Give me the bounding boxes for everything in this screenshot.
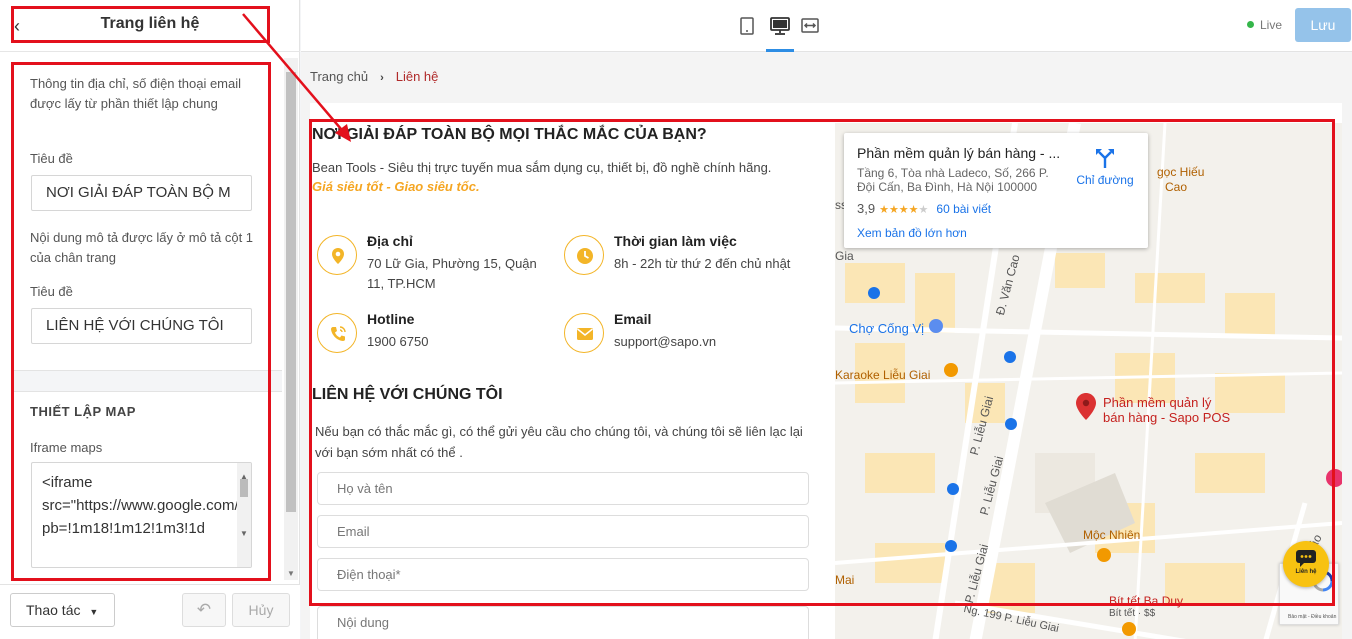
mobile-icon xyxy=(740,17,754,35)
breadcrumb: Trang chủ › Liên hệ xyxy=(310,69,438,84)
map-label-ngoc-hieu: gọc Hiếu xyxy=(1157,165,1205,179)
map-label-mai: Mai xyxy=(835,573,855,587)
live-label: Live xyxy=(1260,18,1283,32)
title-input-1[interactable]: NƠI GIẢI ĐÁP TOÀN BỘ M xyxy=(31,175,252,211)
app-window: ‹ Trang liên hệ Thông tin địa chỉ, số đi… xyxy=(0,0,1352,639)
place-address: Tầng 6, Tòa nhà Ladeco, Số, 266 P. Đội C… xyxy=(857,166,1049,194)
chevron-right-icon: › xyxy=(380,72,384,84)
email-text[interactable]: support@sapo.vn xyxy=(614,332,794,352)
form-description: Nếu bạn có thắc mắc gì, có thể gửi yêu c… xyxy=(315,424,803,460)
phone-placeholder: Điện thoại* xyxy=(337,567,401,582)
map-label-gia: Gia xyxy=(835,249,854,263)
section-divider xyxy=(12,370,282,392)
live-dot-icon xyxy=(1247,21,1254,28)
actions-label: Thao tác xyxy=(26,602,81,618)
phone-field[interactable]: Điện thoại* xyxy=(317,558,809,591)
map-label-bit-tet[interactable]: Bít tết Ba Duy xyxy=(1109,594,1183,608)
place-title[interactable]: Phần mềm quản lý bán hàng - ... xyxy=(857,145,1060,161)
title-label-1: Tiêu đề xyxy=(30,151,73,166)
panel-header: ‹ Trang liên hệ xyxy=(0,0,300,52)
top-toolbar: Live Lưu xyxy=(301,0,1352,52)
map-label-cao: Cao xyxy=(1165,180,1188,194)
map-label-karaoke[interactable]: Karaoke Liễu Giai xyxy=(835,368,930,382)
desktop-view-button[interactable] xyxy=(766,14,794,52)
settings-scroll-area: Thông tin địa chỉ, số điện thoại email đ… xyxy=(12,64,282,580)
contact-section: NƠI GIẢI ĐÁP TOÀN BỘ MỌI THẮC MẮC CỦA BẠ… xyxy=(310,103,1342,639)
email-field[interactable]: Email xyxy=(317,515,809,548)
email-title: Email xyxy=(614,311,652,327)
map-label-sapo-pos[interactable]: Phần mềm quản lý bán hàng - Sapo POS xyxy=(1103,395,1233,425)
directions-button[interactable]: Chỉ đường xyxy=(1070,147,1140,187)
description-info-note: Nội dung mô tả được lấy ở mô tả cột 1 củ… xyxy=(30,230,254,265)
message-placeholder: Nội dung xyxy=(337,615,390,630)
promo-text: Giá siêu tốt - Giao siêu tốc. xyxy=(312,179,480,194)
scroll-down-icon[interactable]: ▼ xyxy=(240,522,248,545)
directions-label: Chỉ đường xyxy=(1076,173,1134,187)
map-section-title: THIẾT LẬP MAP xyxy=(30,404,136,419)
form-heading: LIÊN HỆ VỚI CHÚNG TÔI xyxy=(312,386,503,403)
panel-footer: Thao tác ▼ ↶ Hủy xyxy=(0,584,300,639)
textarea-scroll-thumb[interactable] xyxy=(240,479,248,497)
hotline-title: Hotline xyxy=(367,311,415,327)
hotline-text[interactable]: 1900 6750 xyxy=(367,332,547,352)
larger-map-link[interactable]: Xem bản đồ lớn hơn xyxy=(857,226,967,240)
panel-scrollbar[interactable]: ▼ xyxy=(284,58,298,580)
rating-empty-star-icon: ★ xyxy=(918,204,929,216)
name-placeholder: Họ và tên xyxy=(337,481,393,496)
desktop-icon xyxy=(770,17,790,35)
iframe-value: <iframe src="https://www.google.com/maps… xyxy=(42,474,252,537)
hours-title: Thời gian làm việc xyxy=(614,233,737,249)
page-preview: Trang chủ › Liên hệ NƠI GIẢI ĐÁP TOÀN BỘ M… xyxy=(301,53,1352,639)
hours-text: 8h - 22h từ thứ 2 đến chủ nhật xyxy=(614,256,791,271)
iframe-label: Iframe maps xyxy=(30,440,103,455)
undo-icon: ↶ xyxy=(196,600,212,619)
recaptcha-text: Bảo mật - Điều khoản xyxy=(1288,614,1337,620)
message-field[interactable]: Nội dung xyxy=(317,606,809,639)
email-placeholder: Email xyxy=(337,524,370,539)
title-label-2: Tiêu đề xyxy=(30,284,73,299)
name-field[interactable]: Họ và tên xyxy=(317,472,809,505)
chat-icon xyxy=(1296,550,1316,567)
expand-width-icon xyxy=(801,18,819,33)
rating-value: 3,9 xyxy=(857,201,876,216)
address-title: Địa chỉ xyxy=(367,233,413,249)
contact-chat-button[interactable]: Liên hệ xyxy=(1283,541,1329,587)
textarea-scrollbar[interactable]: ▲ ▼ xyxy=(237,463,251,567)
phone-icon xyxy=(317,313,357,353)
map-label-cho-cong-vi[interactable]: Chợ Cống Vị xyxy=(849,321,924,336)
actions-dropdown-button[interactable]: Thao tác ▼ xyxy=(10,593,115,627)
panel-scroll-thumb[interactable] xyxy=(286,72,296,512)
mobile-view-button[interactable] xyxy=(736,14,758,38)
clock-icon xyxy=(564,235,604,275)
cancel-button[interactable]: Hủy xyxy=(232,593,290,627)
settings-panel: ‹ Trang liên hệ Thông tin địa chỉ, số đi… xyxy=(0,0,300,639)
panel-title: Trang liên hệ xyxy=(100,15,200,32)
map-label-bit-tet-price: Bít tết · $$ xyxy=(1109,608,1156,619)
contact-heading: NƠI GIẢI ĐÁP TOÀN BỘ MỌI THẮC MẮC CỦA BẠ… xyxy=(312,126,707,143)
live-status[interactable]: Live xyxy=(1247,18,1282,32)
reviews-link[interactable]: 60 bài viết xyxy=(936,202,991,216)
place-info-card: Phần mềm quản lý bán hàng - ... Tầng 6, … xyxy=(844,133,1148,248)
rating-stars-icon: ★★★★ xyxy=(879,204,919,216)
place-rating: 3,9 ★★★★★ 60 bài viết xyxy=(857,201,991,216)
breadcrumb-home[interactable]: Trang chủ xyxy=(310,69,368,84)
breadcrumb-current: Liên hệ xyxy=(395,69,439,84)
store-description: Bean Tools - Siêu thị trực tuyến mua sắm… xyxy=(312,160,772,175)
scroll-down-icon[interactable]: ▼ xyxy=(287,569,295,578)
fullwidth-view-button[interactable] xyxy=(799,14,821,38)
address-text: 70 Lữ Gia, Phường 15, Quận 11, TP.HCM xyxy=(367,256,537,291)
address-info-note: Thông tin địa chỉ, số điện thoại email đ… xyxy=(30,76,242,111)
undo-button[interactable]: ↶ xyxy=(182,593,226,627)
location-pin-icon xyxy=(317,235,357,275)
save-button[interactable]: Lưu xyxy=(1295,8,1351,42)
caret-down-icon: ▼ xyxy=(89,607,99,617)
google-map[interactable]: Chợ Cống Vị Karaoke Liễu Giai Phần mềm q… xyxy=(835,123,1342,639)
contact-bubble-label: Liên hệ xyxy=(1295,569,1317,575)
directions-icon xyxy=(1096,149,1114,168)
map-label-moc-nhien[interactable]: Mộc Nhiên xyxy=(1083,528,1140,542)
iframe-textarea[interactable]: <iframe src="https://www.google.com/maps… xyxy=(31,462,252,568)
title-input-2[interactable]: LIÊN HỆ VỚI CHÚNG TÔI xyxy=(31,308,252,344)
envelope-icon xyxy=(564,313,604,353)
